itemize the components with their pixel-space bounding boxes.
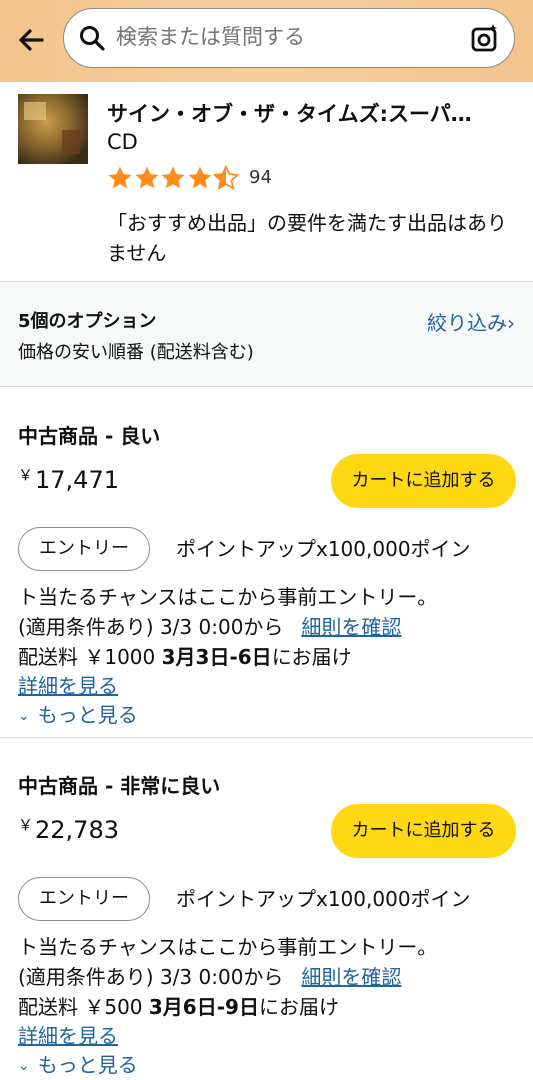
search-icon — [80, 26, 105, 51]
header-bar — [0, 0, 533, 82]
star-rating[interactable] — [107, 165, 240, 193]
product-title[interactable]: サイン・オブ・ザ・タイムズ:スーパ… — [107, 98, 507, 128]
featured-offer-note: 「おすすめ出品」の要件を満たす出品はありません — [107, 211, 507, 265]
price-value: 17,471 — [35, 466, 119, 494]
see-more-link[interactable]: ⌄ もっと見る — [18, 1049, 138, 1078]
options-count: 5個のオプション — [18, 311, 157, 332]
divider — [0, 386, 533, 387]
promo-text: (適用条件あり) 3/3 0:00から — [18, 965, 284, 989]
see-more-link[interactable]: ⌄ もっと見る — [18, 699, 138, 728]
rules-link[interactable]: 細則を確認 — [301, 615, 401, 639]
options-bar: 5個のオプション 価格の安い順番 (配送料含む) 絞り込み› — [0, 282, 533, 386]
shipping-info: 配送料 ￥500 3月6日-9日にお届け — [18, 991, 339, 1020]
promo-text: ト当たるチャンスはここから事前エントリー。 — [18, 935, 438, 959]
currency-symbol: ￥ — [18, 466, 34, 484]
delivery-date: 3月6日-9日 — [148, 995, 259, 1019]
delivery-date: 3月3日-6日 — [161, 645, 272, 669]
thumbnail-detail — [24, 102, 46, 120]
offer-price: ￥22,783 — [18, 814, 119, 844]
back-arrow-icon[interactable] — [14, 22, 50, 58]
rating-count[interactable]: 94 — [249, 167, 272, 188]
chevron-down-icon: ⌄ — [18, 1058, 30, 1074]
filter-link[interactable]: 絞り込み› — [427, 307, 515, 336]
promo-text: ポイントアップx100,000ポイン — [176, 537, 471, 561]
star-icon — [161, 166, 185, 189]
promo-text: ポイントアップx100,000ポイン — [176, 887, 471, 911]
add-to-cart-button[interactable]: カートに追加する — [331, 454, 516, 508]
search-box[interactable] — [63, 8, 515, 68]
shipping-info: 配送料 ￥1000 3月3日-6日にお届け — [18, 641, 352, 670]
shipping-fee: 配送料 ￥500 — [18, 995, 149, 1019]
entry-button[interactable]: エントリー — [18, 527, 150, 571]
shipping-fee: 配送料 ￥1000 — [18, 645, 162, 669]
price-value: 22,783 — [35, 816, 119, 844]
rules-link[interactable]: 細則を確認 — [301, 965, 401, 989]
entry-button[interactable]: エントリー — [18, 877, 150, 921]
sort-label: 価格の安い順番 (配送料含む) — [18, 342, 254, 363]
details-link[interactable]: 詳細を見る — [18, 1020, 118, 1049]
offer-condition: 中古商品 - 良い — [18, 424, 161, 448]
see-more-label: もっと見る — [37, 703, 138, 727]
promo-conditions: (適用条件あり) 3/3 0:00から 細則を確認 — [18, 961, 401, 990]
delivery-suffix: にお届け — [271, 645, 352, 669]
thumbnail-detail — [62, 130, 80, 154]
star-half-icon — [213, 165, 239, 190]
star-icon — [108, 166, 132, 189]
search-input[interactable] — [116, 9, 446, 66]
promo-conditions: (適用条件あり) 3/3 0:00から 細則を確認 — [18, 611, 401, 640]
product-format: CD — [107, 130, 138, 154]
star-icon — [188, 166, 211, 189]
offer-price: ￥17,471 — [18, 464, 119, 494]
camera-icon[interactable] — [470, 23, 500, 53]
delivery-suffix: にお届け — [258, 995, 339, 1019]
product-thumbnail[interactable] — [18, 94, 88, 164]
product-summary: サイン・オブ・ザ・タイムズ:スーパ… CD 94 「おすすめ出品」の要件を満たす… — [0, 82, 533, 280]
add-to-cart-button[interactable]: カートに追加する — [331, 804, 516, 858]
details-link[interactable]: 詳細を見る — [18, 670, 118, 699]
promo-text: (適用条件あり) 3/3 0:00から — [18, 615, 284, 639]
star-icon — [135, 166, 158, 189]
see-more-label: もっと見る — [37, 1053, 138, 1077]
currency-symbol: ￥ — [18, 816, 34, 834]
chevron-down-icon: ⌄ — [18, 708, 30, 724]
offer-condition: 中古商品 - 非常に良い — [18, 774, 221, 798]
divider — [0, 737, 533, 738]
promo-text: ト当たるチャンスはここから事前エントリー。 — [18, 585, 438, 609]
